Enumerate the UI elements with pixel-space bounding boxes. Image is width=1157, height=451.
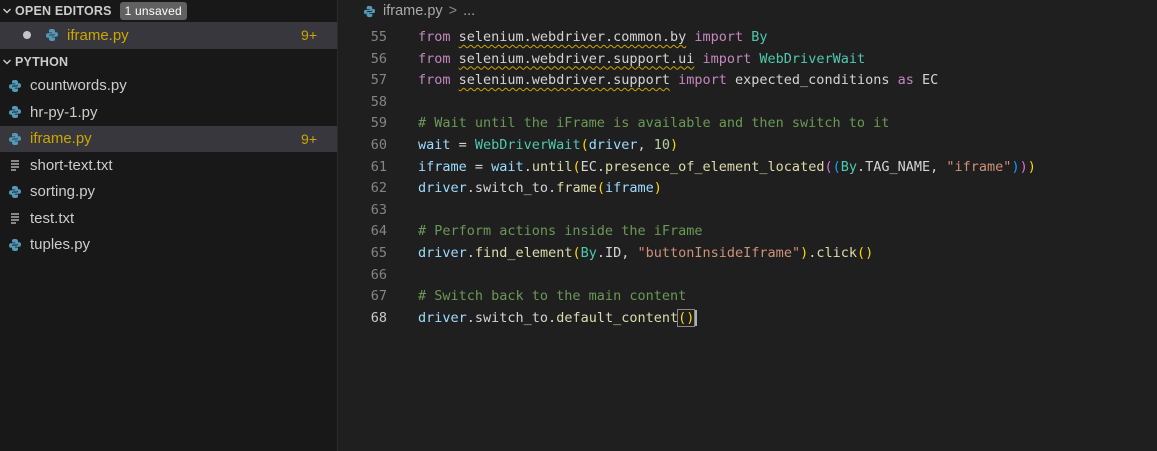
open-editor-label: iframe.py: [67, 26, 129, 44]
file-label: short-text.txt: [30, 156, 113, 174]
unsaved-dot-icon[interactable]: [23, 31, 31, 40]
file-label: iframe.py: [30, 130, 92, 148]
line-number: 67: [370, 288, 387, 305]
line-number: 59: [370, 115, 387, 132]
code-line[interactable]: 64 # Perform actions inside the iFrame: [339, 221, 1157, 243]
file-item-test[interactable]: test.txt: [0, 205, 337, 232]
file-label: countwords.py: [30, 77, 127, 95]
chevron-down-icon: [3, 8, 11, 14]
python-file-icon: [46, 29, 58, 42]
code-line[interactable]: 59 # Wait until the iFrame is available a…: [339, 113, 1157, 135]
problem-count-badge: 9+: [301, 130, 317, 147]
file-item-short-text[interactable]: short-text.txt: [0, 152, 337, 179]
file-item-countwords[interactable]: countwords.py: [0, 73, 337, 100]
file-item-hr-py-1[interactable]: hr-py-1.py: [0, 99, 337, 126]
code-editor[interactable]: iframe.py > ... 55 from selenium.webdrive…: [339, 0, 1157, 451]
workspace-header[interactable]: PYTHON: [0, 51, 337, 73]
code-line[interactable]: 58: [339, 92, 1157, 114]
line-number: 60: [370, 136, 387, 153]
text-file-icon: [11, 213, 19, 224]
python-file-icon: [9, 238, 21, 251]
line-number: 65: [370, 244, 387, 261]
line-number: 61: [370, 158, 387, 175]
line-number: 63: [370, 201, 387, 218]
code-line[interactable]: 60 wait = WebDriverWait(driver, 10): [339, 135, 1157, 157]
line-number: 62: [370, 180, 387, 197]
python-file-icon: [9, 185, 21, 198]
problem-count-badge: 9+: [301, 27, 317, 44]
python-file-icon: [9, 132, 21, 145]
line-number: 58: [370, 93, 387, 110]
breadcrumb-more[interactable]: ...: [463, 3, 475, 19]
python-file-icon: [9, 79, 21, 92]
file-label: hr-py-1.py: [30, 103, 98, 121]
open-editor-item-iframe[interactable]: iframe.py 9+: [0, 22, 337, 49]
code-line[interactable]: 57 from selenium.webdriver.support import…: [339, 70, 1157, 92]
code-line-current[interactable]: 68 driver.switch_to.default_content(): [339, 308, 1157, 330]
file-label: test.txt: [30, 209, 75, 227]
line-number: 55: [370, 29, 387, 45]
breadcrumb: iframe.py > ...: [339, 0, 1157, 22]
code-area[interactable]: 55 from selenium.webdriver.common.by impo…: [339, 27, 1157, 329]
line-number: 57: [370, 72, 387, 89]
workspace-title: PYTHON: [15, 54, 69, 69]
breadcrumb-file[interactable]: iframe.py: [383, 3, 443, 19]
explorer-sidebar: OPEN EDITORS 1 unsaved iframe.py 9+ PYTH…: [0, 0, 338, 451]
text-file-icon: [11, 160, 19, 171]
python-file-icon: [9, 106, 21, 119]
line-number: 68: [370, 309, 387, 326]
breadcrumb-separator: >: [448, 3, 458, 19]
chevron-down-icon: [3, 59, 11, 64]
file-label: sorting.py: [30, 183, 96, 201]
file-label: tuples.py: [30, 236, 91, 254]
open-editors-title: OPEN EDITORS: [15, 4, 112, 18]
file-item-tuples[interactable]: tuples.py: [0, 232, 337, 259]
python-file-icon: [363, 5, 376, 17]
file-item-iframe[interactable]: iframe.py 9+: [0, 125, 337, 152]
line-number: 64: [370, 223, 387, 240]
code-line[interactable]: 65 driver.find_element(By.ID, "buttonInsi…: [339, 243, 1157, 265]
code-line[interactable]: 62 driver.switch_to.frame(iframe): [339, 178, 1157, 200]
line-number: 56: [370, 50, 387, 67]
code-line[interactable]: 63: [339, 200, 1157, 222]
text-cursor: [695, 309, 698, 326]
code-line[interactable]: 55 from selenium.webdriver.common.by impo…: [339, 27, 1157, 49]
code-line[interactable]: 56 from selenium.webdriver.support.ui imp…: [339, 49, 1157, 71]
line-number: 66: [370, 266, 387, 283]
open-editors-header[interactable]: OPEN EDITORS 1 unsaved: [0, 0, 337, 22]
code-line[interactable]: 61 iframe = wait.until(EC.presence_of_ele…: [339, 157, 1157, 179]
unsaved-badge: 1 unsaved: [119, 2, 187, 20]
file-item-sorting[interactable]: sorting.py: [0, 179, 337, 206]
code-line[interactable]: 67 # Switch back to the main content: [339, 286, 1157, 308]
code-line[interactable]: 66: [339, 265, 1157, 287]
